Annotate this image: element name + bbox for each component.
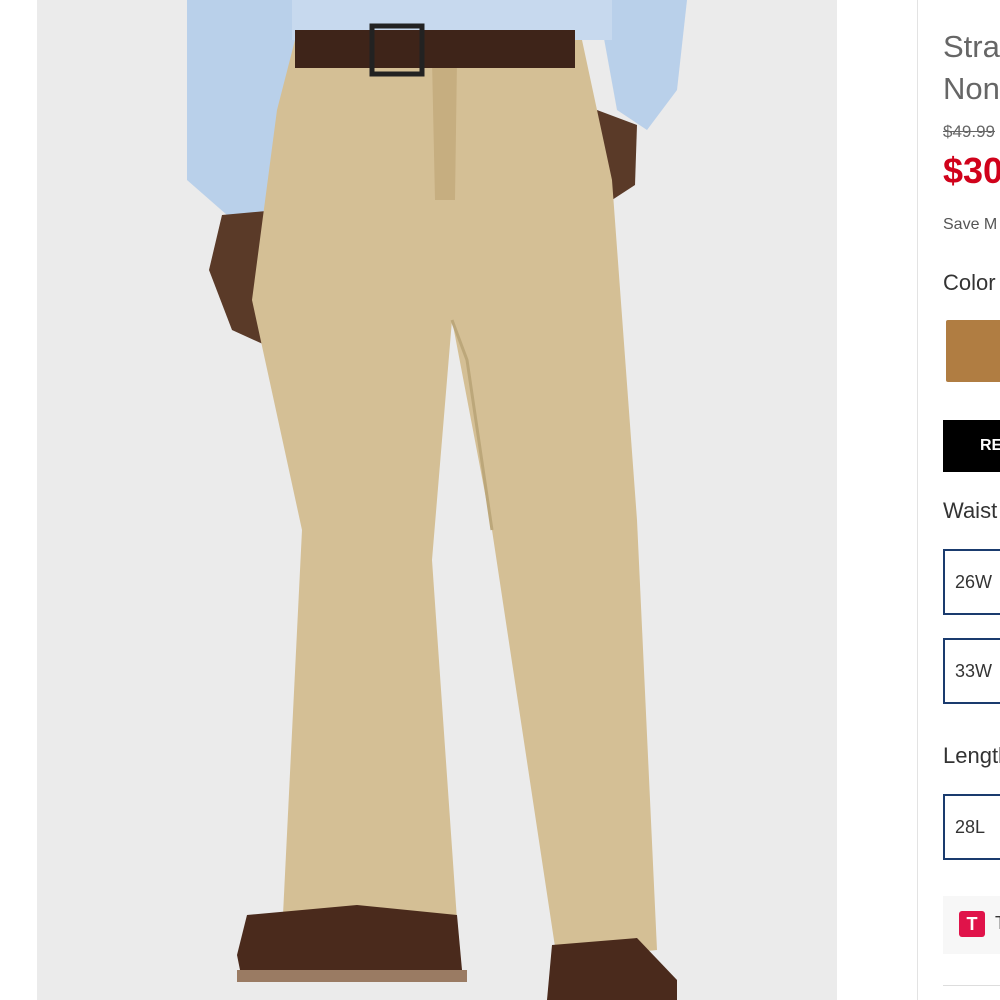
save-more-text: Save M [943,216,998,233]
section-divider [943,985,1000,986]
fit-toggle-button[interactable]: RE [943,420,1000,472]
promo-banner[interactable]: T T [943,896,1000,954]
sale-price: $30 [943,150,1000,191]
original-price: $49.99 [943,122,995,141]
product-title: Straight Non-Stretch [943,26,1000,110]
length-label: Length [943,743,1000,768]
product-details-panel: Straight Non-Stretch $49.99 $30 Save M C… [918,0,1000,1000]
color-swatch-selected[interactable] [946,320,1000,382]
waist-option-33w[interactable]: 33W [943,638,1000,704]
product-title-line-2: Non-Stretch [943,71,1000,106]
product-title-line-1: Straight [943,29,1000,64]
color-label: Color [943,270,996,295]
promo-text: T [995,913,1000,934]
length-option-28l[interactable]: 28L [943,794,1000,860]
product-photo-illustration [37,0,837,1000]
waist-option-26w[interactable]: 26W [943,549,1000,615]
waist-label: Waist [943,498,998,523]
product-image[interactable] [37,0,837,1000]
promo-brand-icon: T [959,911,985,937]
